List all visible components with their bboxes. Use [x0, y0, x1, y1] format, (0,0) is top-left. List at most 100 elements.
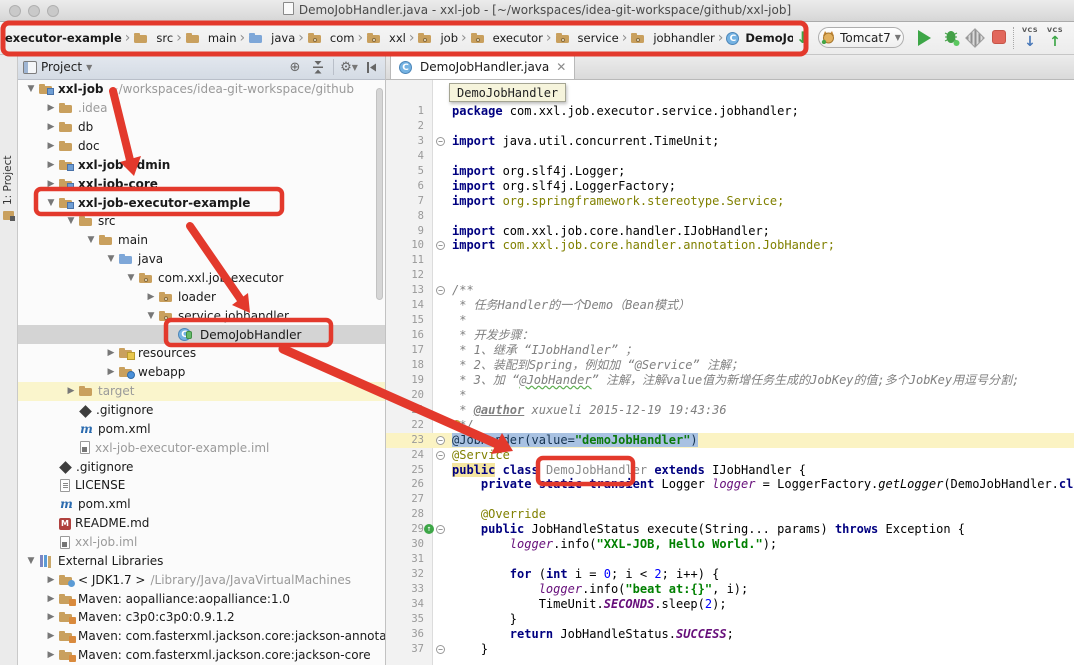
- hide-panel-icon[interactable]: [364, 59, 380, 75]
- tree-item-doc[interactable]: ▶doc: [18, 137, 385, 156]
- project-stripe-icon[interactable]: [3, 211, 14, 220]
- code-line-29[interactable]: 29↑− public JobHandleStatus execute(Stri…: [386, 522, 1074, 537]
- tree-item-external-libraries[interactable]: ▼External Libraries: [18, 551, 385, 570]
- code-line-28[interactable]: 28 @Override: [386, 507, 1074, 522]
- code-line-33[interactable]: 33 logger.info("beat at:{}", i);: [386, 582, 1074, 597]
- code-line-17[interactable]: 17 * 1、继承 “IJobHandler” ；: [386, 343, 1074, 358]
- tree-expand-closed-icon[interactable]: ▶: [44, 594, 58, 604]
- tree-item-loader[interactable]: ▶loader: [18, 287, 385, 306]
- code-line-25[interactable]: 25public class DemoJobHandler extends IJ…: [386, 463, 1074, 478]
- tree-expand-closed-icon[interactable]: ▶: [44, 103, 58, 113]
- tree-item-java[interactable]: ▼java: [18, 250, 385, 269]
- tree-item-gitignore[interactable]: .gitignore: [18, 401, 385, 420]
- breadcrumb-item-jobhandler[interactable]: jobhandler: [630, 31, 714, 45]
- tree-expand-closed-icon[interactable]: ▶: [44, 612, 58, 622]
- tree-item-jdk1-7[interactable]: ▶< JDK1.7 >/Library/Java/JavaVirtualMach…: [18, 570, 385, 589]
- intention-bulb-icon[interactable]: [452, 420, 461, 429]
- fold-marker-icon[interactable]: −: [436, 645, 445, 654]
- chevron-down-icon[interactable]: ▼: [86, 63, 92, 72]
- run-button[interactable]: [918, 30, 931, 46]
- tree-expand-closed-icon[interactable]: ▶: [104, 348, 118, 358]
- code-line-37[interactable]: 37− }: [386, 642, 1074, 657]
- tree-item-maven-aopalliance-aopalliance-1-0[interactable]: ▶Maven: aopalliance:aopalliance:1.0: [18, 589, 385, 608]
- code-line-6[interactable]: 6import org.slf4j.LoggerFactory;: [386, 179, 1074, 194]
- debug-button[interactable]: [942, 28, 962, 48]
- code-line-3[interactable]: 3−import java.util.concurrent.TimeUnit;: [386, 134, 1074, 149]
- tree-item-xxl-job-admin[interactable]: ▶xxl-job-admin: [18, 155, 385, 174]
- code-line-20[interactable]: 20 *: [386, 388, 1074, 403]
- breadcrumb-item-job[interactable]: job: [417, 31, 458, 45]
- breadcrumb-item-service[interactable]: service: [555, 31, 619, 45]
- breadcrumb-item-java[interactable]: java: [248, 31, 295, 45]
- tree-expand-open-icon[interactable]: ▼: [24, 556, 38, 566]
- fold-marker-icon[interactable]: −: [436, 436, 445, 445]
- tree-expand-closed-icon[interactable]: ▶: [44, 122, 58, 132]
- tree-expand-closed-icon[interactable]: ▶: [44, 179, 58, 189]
- code-line-9[interactable]: 9import com.xxl.job.core.handler.IJobHan…: [386, 224, 1074, 239]
- collapse-all-icon[interactable]: [310, 59, 326, 75]
- project-tree-scrollbar[interactable]: [376, 88, 383, 300]
- breadcrumb-item-executor-example[interactable]: executor-example: [5, 31, 122, 45]
- tree-item-xxl-job-executor-example-iml[interactable]: xxl-job-executor-example.iml: [18, 438, 385, 457]
- vcs-commit-button[interactable]: VCS ↑: [1044, 25, 1066, 49]
- tree-item-db[interactable]: ▶db: [18, 118, 385, 137]
- tree-item-pom-xml[interactable]: mpom.xml: [18, 495, 385, 514]
- code-line-27[interactable]: 27: [386, 492, 1074, 507]
- breadcrumb-item-main[interactable]: main: [185, 31, 237, 45]
- code-line-31[interactable]: 31: [386, 552, 1074, 567]
- code-line-13[interactable]: 13−/**: [386, 283, 1074, 298]
- tree-item-maven-com-fasterxml-jackson-core-jackson-core[interactable]: ▶Maven: com.fasterxml.jackson.core:jacks…: [18, 646, 385, 665]
- tree-expand-closed-icon[interactable]: ▶: [104, 367, 118, 377]
- settings-gear-icon[interactable]: ⚙▼: [341, 59, 357, 75]
- code-line-15[interactable]: 15 *: [386, 313, 1074, 328]
- tree-item-resources[interactable]: ▶resources: [18, 344, 385, 363]
- tree-item-src[interactable]: ▼src: [18, 212, 385, 231]
- tree-item-demojobhandler[interactable]: CDemoJobHandler: [18, 325, 385, 344]
- tree-expand-open-icon[interactable]: ▼: [124, 273, 138, 283]
- project-tool-window-stripe[interactable]: 1: Project: [2, 115, 14, 205]
- tree-item-service-jobhandler[interactable]: ▼service.jobhandler: [18, 306, 385, 325]
- navigate-down-icon[interactable]: ↓: [796, 26, 809, 50]
- code-line-12[interactable]: 12: [386, 268, 1074, 283]
- tree-item-xxl-job-iml[interactable]: xxl-job.iml: [18, 533, 385, 552]
- tree-expand-closed-icon[interactable]: ▶: [44, 160, 58, 170]
- fold-marker-icon[interactable]: −: [436, 525, 445, 534]
- tree-expand-closed-icon[interactable]: ▶: [144, 292, 158, 302]
- code-line-16[interactable]: 16 * 开发步骤：: [386, 328, 1074, 343]
- tree-expand-open-icon[interactable]: ▼: [144, 311, 158, 321]
- breadcrumb-item-xxl[interactable]: xxl: [366, 31, 406, 45]
- code-line-5[interactable]: 5import org.slf4j.Logger;: [386, 164, 1074, 179]
- run-configuration-select[interactable]: Tomcat7 ▼: [818, 27, 904, 48]
- breadcrumb-item-src[interactable]: src: [133, 31, 173, 45]
- code-line-35[interactable]: 35 }: [386, 612, 1074, 627]
- run-with-coverage-button[interactable]: [965, 28, 985, 48]
- code-line-7[interactable]: 7import org.springframework.stereotype.S…: [386, 194, 1074, 209]
- code-line-19[interactable]: 19 * 3、加 “@JobHander” 注解，注解value值为新增任务生成…: [386, 373, 1074, 388]
- tree-expand-open-icon[interactable]: ▼: [84, 235, 98, 245]
- tree-item-idea[interactable]: ▶.idea: [18, 99, 385, 118]
- code-line-34[interactable]: 34 TimeUnit.SECONDS.sleep(2);: [386, 597, 1074, 612]
- tree-expand-open-icon[interactable]: ▼: [104, 254, 118, 264]
- breadcrumb-item-executor[interactable]: executor: [470, 31, 543, 45]
- tree-item-maven-c3p0-c3p0-0-9-1-2[interactable]: ▶Maven: c3p0:c3p0:0.9.1.2: [18, 608, 385, 627]
- tree-item-xxl-job-executor-example[interactable]: ▼xxl-job-executor-example: [18, 193, 385, 212]
- close-tab-icon[interactable]: ✕: [556, 60, 566, 74]
- code-line-32[interactable]: 32 for (int i = 0; i < 2; i++) {: [386, 567, 1074, 582]
- code-line-8[interactable]: 8: [386, 209, 1074, 224]
- editor-tab[interactable]: C DemoJobHandler.java ✕: [390, 54, 575, 79]
- tree-expand-closed-icon[interactable]: ▶: [44, 650, 58, 660]
- code-line-14[interactable]: 14 * 任务Handler的一个Demo（Bean模式）: [386, 298, 1074, 313]
- tree-item-main[interactable]: ▼main: [18, 231, 385, 250]
- vcs-update-button[interactable]: VCS ↓: [1019, 25, 1041, 49]
- project-panel-title[interactable]: Project: [41, 60, 82, 74]
- code-line-30[interactable]: 30 logger.info("XXL-JOB, Hello World.");: [386, 537, 1074, 552]
- tree-expand-open-icon[interactable]: ▼: [64, 216, 78, 226]
- tree-item-target[interactable]: ▶target: [18, 382, 385, 401]
- tree-item-license[interactable]: LICENSE: [18, 476, 385, 495]
- code-line-23[interactable]: 23−@JobHander(value="demoJobHandler"): [386, 433, 1074, 448]
- tree-item-readme-md[interactable]: MREADME.md: [18, 514, 385, 533]
- code-editor[interactable]: 1package com.xxl.job.executor.service.jo…: [386, 80, 1074, 665]
- locate-file-icon[interactable]: ⊕: [287, 59, 303, 75]
- fold-marker-icon[interactable]: −: [436, 137, 445, 146]
- code-line-2[interactable]: 2: [386, 119, 1074, 134]
